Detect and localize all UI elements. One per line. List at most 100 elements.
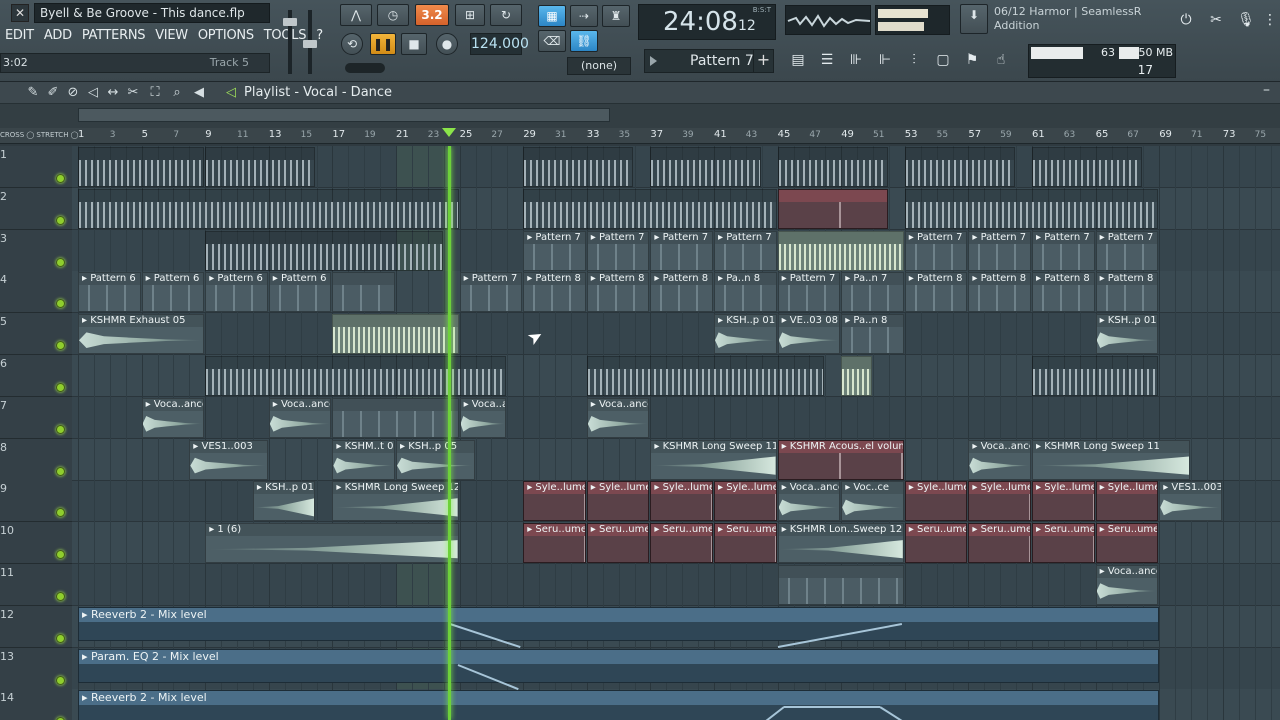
automation-clip[interactable]: ▸ Reeverb 2 - Mix level — [78, 606, 1160, 641]
playlist-clip[interactable]: ▸ Pa..n 8 — [841, 314, 904, 355]
automation-clip[interactable]: ▸ Reeverb 2 - Mix level — [78, 690, 1160, 720]
playlist-clip[interactable] — [1032, 147, 1143, 187]
playlist-clip[interactable]: ▸ Pattern 6 — [141, 272, 205, 313]
tempo-display[interactable]: 124.000 — [470, 33, 529, 55]
playlist-clip[interactable]: ▸ KSHMR Lon..Sweep 12 — [777, 523, 904, 564]
playlist-clip[interactable] — [650, 147, 761, 187]
power-icon[interactable]: ⏻ — [1174, 8, 1198, 32]
track-header[interactable]: 2 — [0, 187, 72, 230]
track-enable-led[interactable] — [56, 383, 65, 392]
playlist-clip[interactable] — [523, 188, 777, 229]
track-header[interactable]: 9 — [0, 480, 72, 523]
download-icon[interactable]: ⬇ — [960, 4, 988, 34]
playlist-clip[interactable]: ▸ Pa..n 7 — [841, 272, 904, 313]
project-icon[interactable]: ▢ — [931, 48, 955, 72]
master-pitch-slider[interactable] — [345, 63, 385, 73]
master-pitch-fader[interactable] — [303, 40, 317, 48]
playlist-clip[interactable]: ▸ Pattern 7 — [714, 230, 777, 271]
paint-tool-icon[interactable]: ✐ — [44, 84, 62, 102]
playlist-clip[interactable]: ▸ VES1..003 — [189, 439, 268, 480]
playlist-clip[interactable]: ▸ KSHMR Acous..el volume — [777, 439, 904, 480]
playlist-clip[interactable]: ▸ Pattern 8 — [1032, 272, 1095, 313]
track-enable-led[interactable] — [56, 341, 65, 351]
track-enable-led[interactable] — [56, 633, 65, 643]
delete-tool-icon[interactable]: ⊘ — [64, 84, 82, 102]
playlist-clip[interactable]: ▸ Seru..ume — [650, 523, 713, 564]
playlist-clip[interactable]: ▸ Seru..ume — [1095, 523, 1159, 564]
playlist-clip[interactable]: ▸ Pattern 8 — [1095, 272, 1159, 313]
keyboard-icon[interactable]: ▦ — [538, 5, 566, 27]
track-enable-led[interactable] — [56, 550, 65, 560]
track-header[interactable]: 4 — [0, 271, 72, 314]
playlist-clip[interactable]: ▸ Seru..ume — [714, 523, 777, 564]
loop-record-icon[interactable]: ↻ — [490, 4, 522, 26]
draw-tool-icon[interactable]: ✎ — [24, 84, 42, 102]
track-header[interactable]: 3 — [0, 229, 72, 272]
typing-keyboard-icon[interactable]: ⇢ — [570, 5, 598, 27]
track-header[interactable]: 6 — [0, 355, 72, 397]
playlist-clip[interactable] — [78, 147, 205, 187]
playhead[interactable] — [448, 146, 451, 720]
track-enable-led[interactable] — [56, 675, 65, 685]
playlist-clip[interactable] — [841, 356, 872, 396]
playlist-clip[interactable]: ▸ Pattern 8 — [650, 272, 713, 313]
playlist-icon[interactable]: ▤ — [786, 48, 810, 72]
track-header[interactable]: 10 — [0, 522, 72, 565]
pattern-selector[interactable]: Pattern 7 + — [644, 49, 774, 73]
playlist-clip[interactable]: ▸ Pattern 6 — [78, 272, 141, 313]
playlist-clip[interactable]: ▸ Voca..ance — [777, 481, 841, 522]
song-position-marker[interactable] — [442, 128, 456, 137]
mute-tool-icon[interactable]: ◁ — [84, 84, 102, 102]
playlist-clip[interactable]: ▸ Pattern 8 — [523, 272, 586, 313]
track-enable-led[interactable] — [56, 215, 65, 225]
menu-edit[interactable]: EDIT — [0, 26, 39, 46]
playlist-clip[interactable]: ▸ Voca..ance — [586, 397, 650, 438]
playlist-clip[interactable] — [1032, 356, 1159, 396]
playlist-clip[interactable]: ▸ Pattern 8 — [586, 272, 650, 313]
playlist-clip[interactable]: ▸ Syle..lume — [714, 481, 777, 522]
playlist-clip[interactable] — [777, 230, 904, 271]
track-header[interactable]: 5 — [0, 313, 72, 356]
more-icon[interactable]: ⋮ — [1258, 8, 1280, 32]
playlist-clip[interactable]: ▸ KSHMR Exhaust 05 — [78, 314, 205, 355]
playlist-clip[interactable]: ▸ KSH..p 01 — [1095, 314, 1159, 355]
playlist-clip[interactable]: ▸ Voca..ance — [268, 397, 332, 438]
playlist-clip[interactable]: ▸ Pattern 7 — [459, 272, 523, 313]
automation-clip[interactable]: ▸ Param. EQ 2 - Mix level — [78, 648, 1160, 683]
playlist-clip[interactable]: ▸ KSH..p 05 — [396, 439, 475, 480]
menu-patterns[interactable]: PATTERNS — [77, 26, 150, 46]
playlist-clip[interactable]: ▸ 1 (6) — [205, 523, 459, 564]
stop-button[interactable]: ■ — [401, 33, 427, 55]
mode-display[interactable]: 3.2 — [415, 4, 449, 26]
playlist-clip[interactable] — [332, 272, 395, 313]
playlist-clip[interactable] — [332, 397, 459, 438]
playlist-clip[interactable]: ▸ Seru..ume — [904, 523, 968, 564]
link-icon[interactable]: ⛓ — [570, 30, 598, 52]
track-enable-led[interactable] — [56, 508, 65, 518]
slip-tool-icon[interactable]: ↔ — [104, 84, 122, 102]
playlist-clip[interactable]: ▸ Pattern 6 — [268, 272, 332, 313]
track-enable-led[interactable] — [56, 257, 65, 267]
step-edit-icon[interactable]: ⊞ — [455, 4, 485, 26]
playlist-clip[interactable]: ▸ Seru..ume — [968, 523, 1031, 564]
playlist-clip[interactable] — [777, 188, 888, 229]
playlist-clip[interactable]: ▸ Seru..ume — [586, 523, 650, 564]
playlist-clip[interactable]: ▸ Syle..lume — [968, 481, 1031, 522]
playback-tool-icon[interactable]: ◀ — [190, 84, 208, 102]
track-header[interactable]: 13 — [0, 647, 72, 690]
playlist-clip[interactable]: ▸ KSHMR Long Sweep 11 — [650, 439, 777, 480]
metronome-icon[interactable]: ◷ — [377, 4, 409, 26]
playlist-clip[interactable]: ▸ Pattern 8 — [968, 272, 1031, 313]
record-button[interactable]: ● — [436, 33, 458, 55]
track-header[interactable]: 8 — [0, 438, 72, 481]
channel-rack-icon[interactable]: ☰ — [815, 48, 839, 72]
playlist-clip[interactable]: ▸ Syle..lume — [1095, 481, 1159, 522]
track-header[interactable]: 11 — [0, 564, 72, 606]
playlist-clip[interactable]: ▸ VE..03 08 — [777, 314, 841, 355]
playlist-clip[interactable]: ▸ Pattern 7 — [1032, 230, 1095, 271]
playlist-clip[interactable] — [205, 230, 443, 271]
playlist-arrow-icon[interactable]: ◁ — [222, 84, 240, 102]
menu-view[interactable]: VIEW — [150, 26, 193, 46]
browser-icon[interactable]: ⊩ — [873, 48, 897, 72]
minimize-icon[interactable]: – — [1263, 82, 1270, 98]
